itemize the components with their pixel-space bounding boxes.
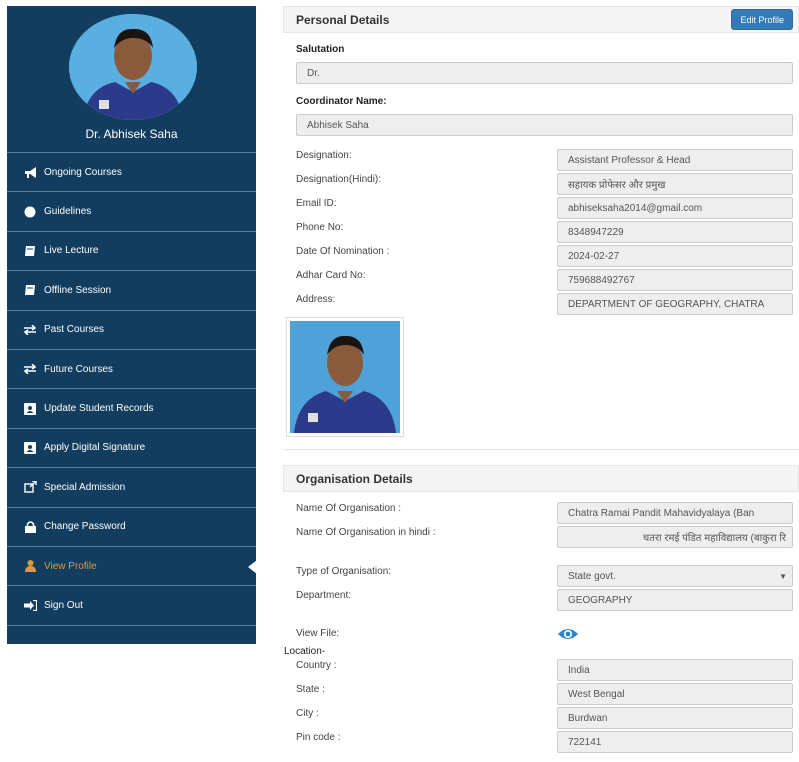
adhar-field[interactable]: 759688492767: [557, 269, 793, 291]
sidebar-item-label: Ongoing Courses: [44, 166, 122, 178]
user-icon: [23, 560, 37, 573]
panel-title: Organisation Details: [296, 471, 413, 486]
sidebar-item-label: Update Student Records: [44, 403, 154, 415]
department-label: Department:: [296, 590, 352, 601]
sidebar-item-label: Change Password: [44, 521, 126, 533]
contact-card-icon: [23, 402, 37, 415]
exchange-icon: [23, 363, 37, 375]
contact-card-icon: [23, 441, 37, 454]
sidebar-item-ongoing-courses[interactable]: Ongoing Courses: [7, 153, 256, 193]
organisation-name-field[interactable]: Chatra Ramai Pandit Mahavidyalaya (Ban: [557, 502, 793, 524]
city-label: City :: [296, 708, 319, 719]
active-pointer: [248, 559, 257, 574]
organisation-type-value: State govt.: [568, 570, 616, 582]
organisation-type-select[interactable]: State govt. ▼: [557, 565, 793, 587]
sidebar: Dr. Abhisek Saha Ongoing Courses Guideli…: [7, 6, 257, 644]
email-label: Email ID:: [296, 198, 337, 209]
avatar: [69, 14, 197, 120]
sidebar-item-label: Guidelines: [44, 206, 92, 218]
designation-hindi-field[interactable]: सहायक प्रोफेसर और प्रमुख: [557, 173, 793, 195]
organisation-name-hindi-field[interactable]: चतरा रमई पंडित महाविद्यालय (बाकुरा रि: [557, 526, 793, 548]
personal-details-header: Personal Details: [283, 6, 799, 33]
sidebar-item-label: Apply Digital Signature: [44, 442, 146, 454]
sidebar-item-label: View Profile: [44, 560, 97, 572]
designation-field[interactable]: Assistant Professor & Head: [557, 149, 793, 171]
sidebar-item-live-lecture[interactable]: Live Lecture: [7, 232, 256, 272]
designation-hindi-label: Designation(Hindi):: [296, 174, 382, 185]
coordinator-name-field[interactable]: Abhisek Saha: [296, 114, 793, 136]
nomination-date-label: Date Of Nomination :: [296, 246, 390, 257]
phone-field[interactable]: 8348947229: [557, 221, 793, 243]
pin-code-label: Pin code :: [296, 732, 341, 743]
country-field[interactable]: India: [557, 659, 793, 681]
phone-label: Phone No:: [296, 222, 344, 233]
pin-code-field[interactable]: 722141: [557, 731, 793, 753]
country-label: Country :: [296, 660, 337, 671]
state-label: State :: [296, 684, 325, 695]
designation-label: Designation:: [296, 150, 352, 161]
panel-title: Personal Details: [296, 12, 390, 27]
department-field[interactable]: GEOGRAPHY: [557, 589, 793, 611]
profile-name: Dr. Abhisek Saha: [85, 127, 178, 141]
email-field[interactable]: abhiseksaha2014@gmail.com: [557, 197, 793, 219]
coordinator-name-label: Coordinator Name:: [296, 96, 387, 107]
sidebar-item-change-password[interactable]: Change Password: [7, 508, 256, 547]
sidebar-item-future-courses[interactable]: Future Courses: [7, 350, 256, 390]
sidebar-item-guidelines[interactable]: Guidelines: [7, 192, 256, 232]
profile-photo: [286, 317, 404, 437]
salutation-field[interactable]: Dr.: [296, 62, 793, 84]
organisation-details-header: Organisation Details: [283, 465, 799, 492]
sidebar-item-sign-out[interactable]: Sign Out: [7, 586, 256, 626]
sidebar-item-past-courses[interactable]: Past Courses: [7, 311, 256, 350]
nomination-date-field[interactable]: 2024-02-27: [557, 245, 793, 267]
state-field[interactable]: West Bengal: [557, 683, 793, 705]
sidebar-item-label: Live Lecture: [44, 245, 99, 257]
sidebar-item-offline-session[interactable]: Offline Session: [7, 271, 256, 311]
exchange-icon: [23, 324, 37, 336]
sidebar-item-special-admission[interactable]: Special Admission: [7, 468, 256, 508]
sidebar-item-label: Offline Session: [44, 284, 112, 296]
gear-icon: [23, 206, 37, 218]
adhar-label: Adhar Card No:: [296, 270, 366, 281]
address-label: Address:: [296, 294, 336, 305]
organisation-name-label: Name Of Organisation :: [296, 503, 402, 514]
profile-area: Dr. Abhisek Saha: [7, 6, 256, 153]
chevron-down-icon: ▼: [779, 572, 787, 581]
city-field[interactable]: Burdwan: [557, 707, 793, 729]
sidebar-item-label: Past Courses: [44, 324, 105, 336]
location-label: Location-: [284, 646, 326, 657]
address-field[interactable]: DEPARTMENT OF GEOGRAPHY, CHATRA: [557, 293, 793, 315]
organisation-type-label: Type of Organisation:: [296, 566, 392, 577]
sidebar-item-label: Sign Out: [44, 599, 83, 611]
sidebar-item-label: Special Admission: [44, 481, 126, 493]
organisation-name-hindi-label: Name Of Organisation in hindi :: [296, 527, 436, 538]
sidebar-item-view-profile[interactable]: View Profile: [7, 547, 257, 587]
lock-icon: [23, 520, 37, 533]
view-file-label: View File:: [296, 628, 340, 639]
sidebar-item-label: Future Courses: [44, 363, 113, 375]
sidebar-item-update-student-records[interactable]: Update Student Records: [7, 389, 256, 429]
eye-icon[interactable]: [557, 627, 579, 641]
edit-profile-button[interactable]: Edit Profile: [731, 9, 793, 30]
bullhorn-icon: [23, 166, 37, 178]
sidebar-nav: Ongoing Courses Guidelines Live Lecture …: [7, 153, 257, 626]
book-icon: [23, 284, 37, 296]
sign-out-icon: [23, 599, 37, 611]
salutation-label: Salutation: [296, 44, 345, 55]
sidebar-item-apply-digital-signature[interactable]: Apply Digital Signature: [7, 429, 256, 469]
external-link-icon: [23, 481, 37, 494]
book-icon: [23, 245, 37, 257]
